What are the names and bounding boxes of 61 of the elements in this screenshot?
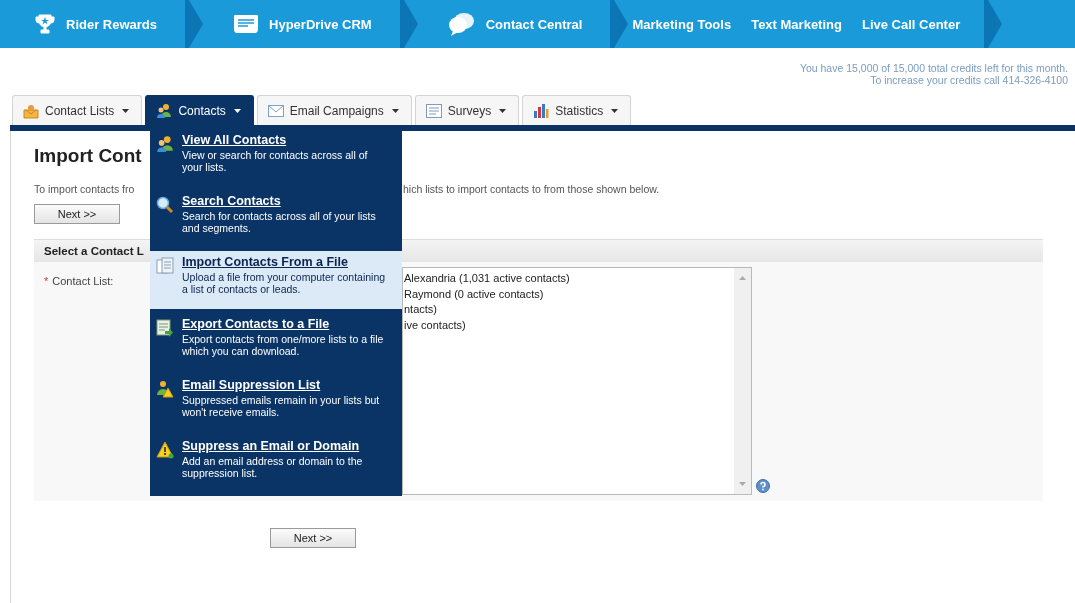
chevron-separator [399, 0, 418, 48]
list-option[interactable]: Alexandria (1,031 active contacts) [404, 271, 734, 287]
nav-tab[interactable]: Contacts [145, 95, 254, 125]
next-button[interactable]: Next >> [34, 204, 120, 224]
people-icon [156, 102, 173, 119]
contact-card-icon [23, 102, 39, 119]
card-icon [233, 14, 260, 34]
menu-item[interactable]: View All Contacts View or search for contacts across all of your lists. [150, 129, 402, 187]
contact-list-box[interactable]: Alexandria (1,031 active contacts) Raymond (0 active contacts) ntacts) ive contacts) [402, 267, 752, 495]
help-icon[interactable] [756, 479, 770, 493]
caret-icon [122, 108, 130, 113]
search-icon [156, 196, 174, 215]
caret-icon [233, 108, 241, 113]
menu-item[interactable]: Suppress an Email or Domain Add an email address or domain to the suppression list. [150, 434, 402, 493]
description-text: hich lists to import contacts to from those shown below. [403, 183, 661, 197]
credits-note: You have 15,000 of 15,000 total credits left for this month. [799, 62, 1068, 74]
scroll-up-icon[interactable] [739, 276, 746, 280]
menu-item-title: Suppress an Email or Domain [182, 438, 361, 453]
nav-tab[interactable]: Surveys [414, 95, 520, 125]
chevron-separator [984, 0, 1003, 48]
export-sheet-icon [156, 318, 174, 337]
chat-bubbles-icon [447, 12, 476, 36]
menu-item-description: Search for contacts across all of your lists and segments. [182, 210, 377, 235]
caret-icon [611, 108, 619, 113]
nav-tab[interactable]: Statistics [522, 95, 632, 125]
page-title: Import Cont [34, 145, 142, 168]
next-button[interactable]: Next >> [270, 528, 356, 548]
caret-icon [499, 108, 507, 113]
chevron-separator [610, 0, 629, 48]
trophy-icon [34, 13, 56, 35]
required-mark: * [44, 275, 49, 289]
description-text: To import contacts fro [34, 183, 136, 197]
menu-item-description: Export contacts from one/more lists to a file which you can download. [182, 332, 385, 357]
document-icon [156, 257, 174, 276]
menu-item[interactable]: Import Contacts From a File Upload a file from your computer containing a list of contacts or leads. [150, 251, 402, 309]
credits-note: To increase your credits call 414-326-4100 [870, 74, 1068, 86]
menu-item[interactable]: Email Suppression List Suppressed emails remain in your lists but won't receive emails. [150, 373, 402, 431]
menu-item-description: View or search for contacts across all of your lists. [182, 149, 369, 173]
bar-chart-icon [533, 102, 550, 119]
chevron-separator [185, 0, 204, 48]
envelope-icon [267, 104, 284, 117]
menu-item-title: View All Contacts [182, 133, 288, 147]
list-option[interactable]: Raymond (0 active contacts) [404, 286, 734, 302]
nav-tab[interactable]: Contact Lists [12, 95, 143, 125]
nav-tab[interactable]: Email Campaigns [256, 95, 412, 125]
list-option[interactable]: ntacts) [404, 302, 734, 318]
person-warning-icon [156, 379, 174, 398]
scroll-down-icon[interactable] [739, 482, 746, 486]
menu-item-title: Search Contacts [182, 194, 282, 209]
menu-item-description: Add an email address or domain to the suppression list. [182, 454, 364, 479]
menu-item[interactable]: Export Contacts to a File Export contacts from one/more lists to a file which you can download. [150, 312, 402, 370]
caret-icon [391, 108, 399, 113]
form-icon [425, 103, 442, 118]
people-icon [156, 135, 174, 153]
warning-icon [156, 440, 174, 459]
menu-item-description: Upload a file from your computer containing a list of contacts or leads. [182, 271, 387, 296]
list-option[interactable]: ive contacts) [404, 317, 734, 333]
menu-item-title: Email Suppression List [182, 377, 322, 392]
field-label: Contact List: [52, 275, 114, 289]
menu-item-title: Export Contacts to a File [182, 316, 331, 331]
menu-item-description: Suppressed emails remain in your lists but won't receive emails. [182, 393, 381, 418]
